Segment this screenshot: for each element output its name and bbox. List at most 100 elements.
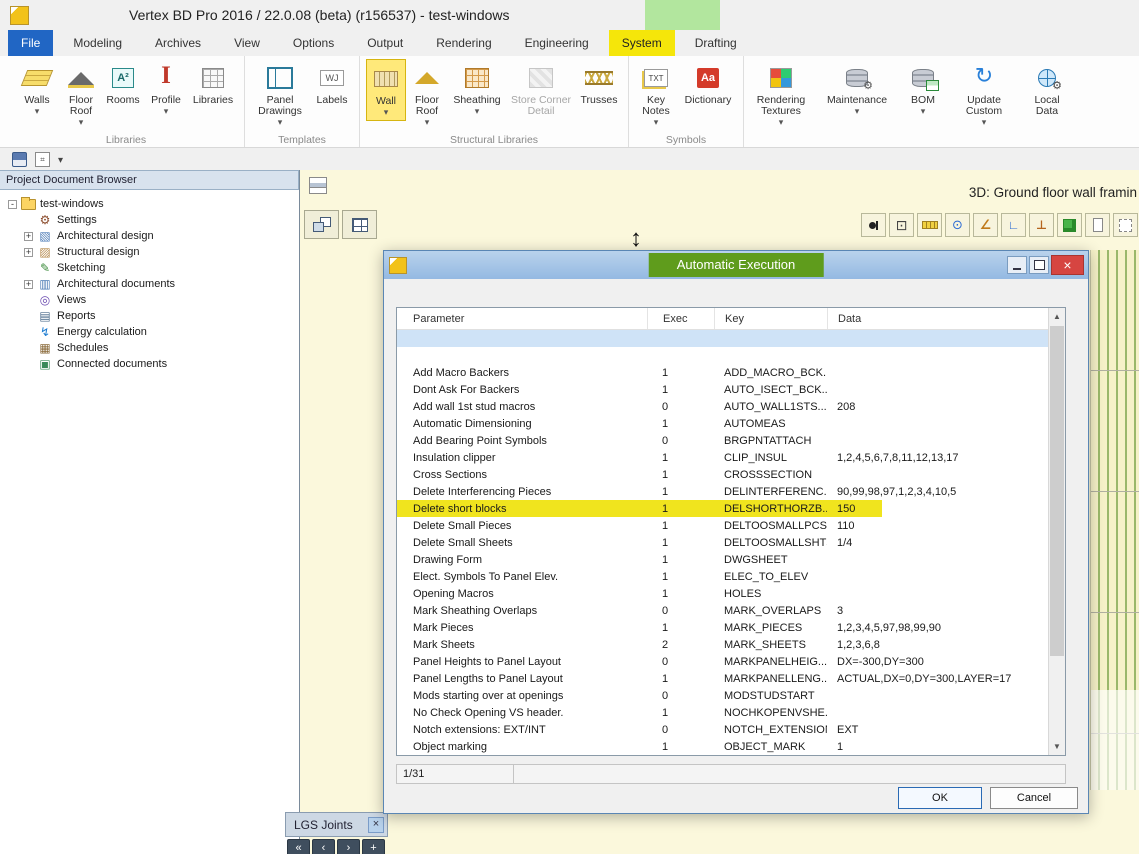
table-row[interactable]: Dont Ask For Backers 1 AUTO_ISECT_BCK... — [397, 381, 1048, 398]
tree-item[interactable]: + Structural design — [0, 244, 299, 260]
tree-expander[interactable]: + — [24, 232, 33, 241]
tree-expander[interactable] — [24, 360, 33, 369]
tree-item[interactable]: Energy calculation — [0, 324, 299, 340]
scrollbar[interactable] — [1048, 308, 1065, 755]
menu-tab[interactable]: Engineering — [512, 30, 602, 56]
tool-button[interactable] — [1029, 213, 1054, 237]
local-data-button[interactable]: Local Data — [1024, 59, 1070, 119]
toolbar-options-button[interactable] — [58, 150, 63, 168]
column-key[interactable]: Key — [714, 308, 827, 329]
viewport-menu-button[interactable] — [309, 177, 327, 194]
tree-expander[interactable]: + — [24, 248, 33, 257]
tree-item[interactable]: + Architectural documents — [0, 276, 299, 292]
floor-roof-structural-button[interactable]: Floor Roof — [408, 59, 446, 130]
key-notes-button[interactable]: Key Notes — [635, 59, 677, 130]
table-row[interactable]: Cross Sections 1 CROSSSECTION — [397, 466, 1048, 483]
table-row[interactable]: No Check Opening VS header. 1 NOCHKOPENV… — [397, 704, 1048, 721]
wall-structural-button[interactable]: Wall — [366, 59, 406, 121]
scrollbar-thumb[interactable] — [1050, 326, 1064, 656]
menu-tab[interactable]: File — [8, 30, 53, 56]
table-row[interactable]: Object marking 1 OBJECT_MARK 1 — [397, 738, 1048, 755]
table-row[interactable]: Delete short blocks 1 DELSHORTHORZB... 1… — [397, 500, 1048, 517]
table-row[interactable]: Insulation clipper 1 CLIP_INSUL 1,2,4,5,… — [397, 449, 1048, 466]
rooms-button[interactable]: Rooms — [102, 59, 144, 108]
tool-button[interactable] — [973, 213, 998, 237]
table-row[interactable] — [397, 330, 1048, 347]
menu-tab[interactable]: Output — [354, 30, 416, 56]
tree-expander[interactable] — [24, 296, 33, 305]
table-row[interactable]: Automatic Dimensioning 1 AUTOMEAS — [397, 415, 1048, 432]
dialog-titlebar[interactable]: Automatic Execution — [384, 251, 1088, 279]
tool-button[interactable] — [945, 213, 970, 237]
menu-tab[interactable]: View — [221, 30, 273, 56]
tool-button[interactable] — [1113, 213, 1138, 237]
panel-drawings-button[interactable]: Panel Drawings — [251, 59, 309, 130]
walls-button[interactable]: Walls — [14, 59, 60, 119]
bom-button[interactable]: BOM — [902, 59, 944, 119]
tree-item[interactable]: Connected documents — [0, 356, 299, 372]
tree-expander[interactable] — [24, 312, 33, 321]
tree-expander[interactable] — [24, 344, 33, 353]
menu-tab[interactable]: Drafting — [682, 30, 750, 56]
tree-expander[interactable] — [24, 328, 33, 337]
cascade-windows-button[interactable] — [304, 210, 339, 239]
table-row[interactable]: Add Bearing Point Symbols 0 BRGPNTATTACH — [397, 432, 1048, 449]
tree-expander[interactable]: - — [8, 200, 17, 209]
nav-first-icon[interactable] — [287, 839, 310, 854]
labels-button[interactable]: Labels — [311, 59, 353, 108]
tree-item[interactable]: Reports — [0, 308, 299, 324]
table-row[interactable]: Notch extensions: EXT/INT 0 NOTCH_EXTENS… — [397, 721, 1048, 738]
workspace-button[interactable] — [35, 152, 50, 167]
table-row[interactable]: Mark Pieces 1 MARK_PIECES 1,2,3,4,5,97,9… — [397, 619, 1048, 636]
tree-expander[interactable] — [24, 216, 33, 225]
column-data[interactable]: Data — [827, 308, 1048, 329]
table-row[interactable]: Delete Small Pieces 1 DELTOOSMALLPCS 110 — [397, 517, 1048, 534]
table-row[interactable]: Panel Heights to Panel Layout 0 MARKPANE… — [397, 653, 1048, 670]
table-row[interactable]: Opening Macros 1 HOLES — [397, 585, 1048, 602]
table-row[interactable]: Add Macro Backers 1 ADD_MACRO_BCK... — [397, 364, 1048, 381]
minimize-button[interactable] — [1007, 256, 1027, 274]
ok-button[interactable]: OK — [898, 787, 982, 809]
tool-button[interactable] — [889, 213, 914, 237]
libraries-button[interactable]: Libraries — [188, 59, 238, 108]
tool-button[interactable] — [1085, 213, 1110, 237]
close-icon[interactable] — [368, 817, 384, 833]
table-row[interactable]: Add wall 1st stud macros 0 AUTO_WALL1STS… — [397, 398, 1048, 415]
column-exec[interactable]: Exec — [647, 308, 714, 329]
update-custom-button[interactable]: Update Custom — [956, 59, 1012, 130]
maximize-button[interactable] — [1029, 256, 1049, 274]
maintenance-button[interactable]: Maintenance — [824, 59, 890, 119]
store-corner-detail-button[interactable]: Store Corner Detail — [508, 59, 574, 119]
column-parameter[interactable]: Parameter — [397, 308, 647, 329]
trusses-button[interactable]: Trusses — [576, 59, 622, 108]
profile-button[interactable]: Profile — [146, 59, 186, 119]
table-row[interactable]: Panel Lengths to Panel Layout 1 MARKPANE… — [397, 670, 1048, 687]
nav-next-icon[interactable] — [337, 839, 360, 854]
tree-expander[interactable] — [24, 264, 33, 273]
close-button[interactable] — [1051, 255, 1084, 275]
table-row[interactable] — [397, 347, 1048, 364]
tool-button[interactable] — [1001, 213, 1026, 237]
tree-item[interactable]: Sketching — [0, 260, 299, 276]
save-button[interactable] — [12, 152, 27, 167]
menu-tab[interactable]: Modeling — [60, 30, 135, 56]
rendering-textures-button[interactable]: Rendering Textures — [750, 59, 812, 130]
scroll-down-icon[interactable] — [1049, 738, 1065, 755]
tool-button[interactable] — [917, 213, 942, 237]
menu-tab[interactable]: System — [609, 30, 675, 56]
nav-prev-icon[interactable] — [312, 839, 335, 854]
sheathing-button[interactable]: Sheathing — [448, 59, 506, 119]
tree-item[interactable]: + Architectural design — [0, 228, 299, 244]
tree-item[interactable]: - test-windows — [0, 196, 299, 212]
table-row[interactable]: Mark Sheathing Overlaps 0 MARK_OVERLAPS … — [397, 602, 1048, 619]
cancel-button[interactable]: Cancel — [990, 787, 1078, 809]
menu-tab[interactable]: Options — [280, 30, 347, 56]
dictionary-button[interactable]: Dictionary — [679, 59, 737, 108]
nav-add-icon[interactable] — [362, 839, 385, 854]
floor-roof-library-button[interactable]: Floor Roof — [62, 59, 100, 130]
tree-item[interactable]: Schedules — [0, 340, 299, 356]
table-row[interactable]: Delete Interferencing Pieces 1 DELINTERF… — [397, 483, 1048, 500]
menu-tab[interactable]: Archives — [142, 30, 214, 56]
tree-item[interactable]: Settings — [0, 212, 299, 228]
table-row[interactable]: Delete Small Sheets 1 DELTOOSMALLSHTS 1/… — [397, 534, 1048, 551]
